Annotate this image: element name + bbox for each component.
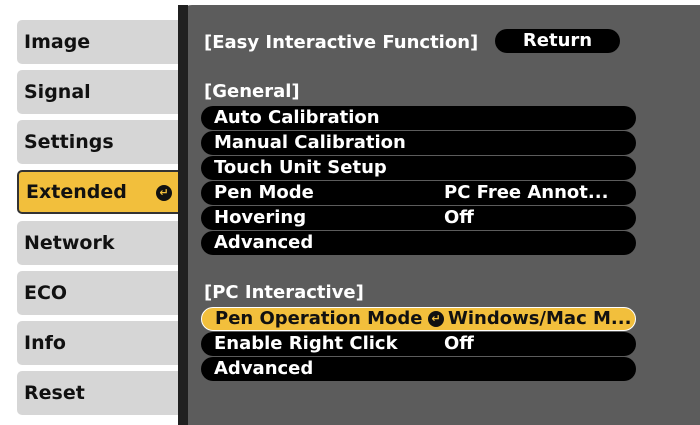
menu-item-touch-unit-setup[interactable]: Touch Unit Setup [201,156,636,180]
menu-item-hovering[interactable]: Hovering Off [201,206,636,230]
sidebar-item-label: Info [24,332,66,354]
panel-title: [Easy Interactive Function] [204,32,479,53]
menu-item-label: Auto Calibration [214,107,380,128]
menu-item-value: Windows/Mac M... [448,308,632,329]
pc-interactive-section-header: [PC Interactive] [204,282,364,303]
sidebar-item-label: Signal [24,81,91,103]
menu-item-value: Off [444,207,474,228]
sidebar-item-label: Extended [26,181,127,203]
menu-item-label: Hovering [214,207,307,228]
menu-item-advanced-general[interactable]: Advanced [201,231,636,255]
enter-icon: ↵ [428,311,444,327]
menu-panel: [Easy Interactive Function] Return [Gene… [178,5,700,425]
menu-item-label: Enable Right Click [214,333,398,354]
sidebar-item-network[interactable]: Network [17,221,178,265]
sidebar-item-extended[interactable]: Extended ↵ [17,170,184,214]
menu-item-pen-operation-mode[interactable]: Pen Operation Mode ↵ Windows/Mac M... [201,307,636,331]
menu-item-label: Manual Calibration [214,132,406,153]
sidebar-item-label: ECO [24,282,68,304]
sidebar-item-settings[interactable]: Settings [17,120,178,164]
sidebar-item-info[interactable]: Info [17,321,178,365]
sidebar-item-label: Reset [24,382,85,404]
sidebar-item-signal[interactable]: Signal [17,70,178,114]
sidebar: Image Signal Settings Extended ↵ Network… [0,0,190,425]
sidebar-item-label: Network [24,232,115,254]
menu-item-manual-calibration[interactable]: Manual Calibration [201,131,636,155]
sidebar-item-image[interactable]: Image [17,20,178,64]
menu-item-value: PC Free Annot... [444,182,609,203]
sidebar-item-reset[interactable]: Reset [17,371,178,415]
menu-item-label: Touch Unit Setup [214,157,387,178]
return-button[interactable]: Return [495,29,620,53]
sidebar-item-eco[interactable]: ECO [17,271,178,315]
menu-item-value: Off [444,333,474,354]
menu-item-enable-right-click[interactable]: Enable Right Click Off [201,332,636,356]
menu-item-auto-calibration[interactable]: Auto Calibration [201,106,636,130]
sidebar-item-label: Image [24,31,91,53]
menu-item-label: Advanced [214,358,314,379]
panel-divider [178,5,188,425]
sidebar-item-label: Settings [24,131,114,153]
menu-item-label: Pen Mode [214,182,314,203]
enter-icon: ↵ [156,185,172,201]
menu-item-pen-mode[interactable]: Pen Mode PC Free Annot... [201,181,636,205]
general-section-header: [General] [204,81,300,102]
menu-item-label: Pen Operation Mode [215,308,423,329]
menu-item-label: Advanced [214,232,314,253]
menu-item-advanced-pc[interactable]: Advanced [201,357,636,381]
